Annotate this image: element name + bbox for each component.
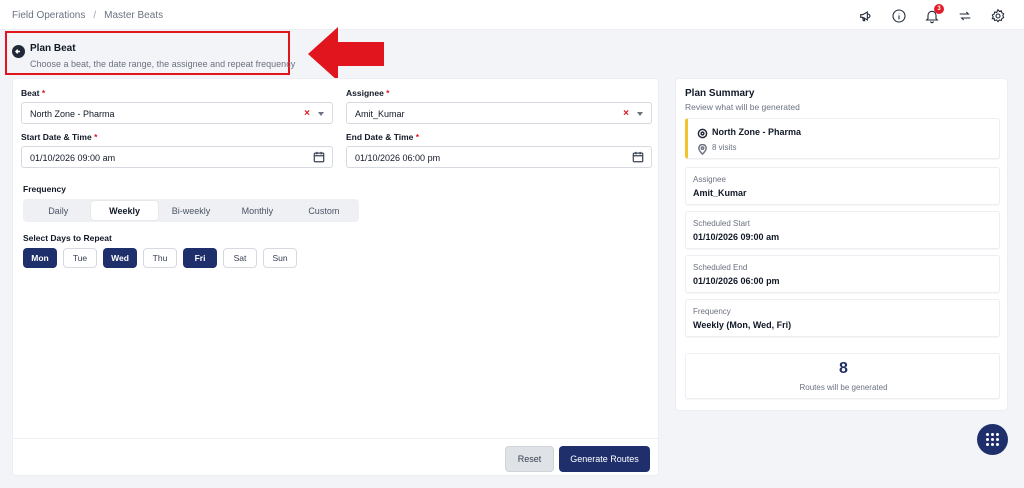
- summary-frequency-value: Weekly (Mon, Wed, Fri): [693, 320, 792, 330]
- grid-icon: [986, 433, 999, 446]
- beat-select[interactable]: North Zone - Pharma ×: [21, 102, 333, 124]
- summary-subtitle: Review what will be generated: [685, 102, 800, 112]
- summary-routes-card: 8 Routes will be generated: [685, 353, 1000, 399]
- summary-assignee-card: Assignee Amit_Kumar: [685, 167, 1000, 205]
- frequency-option-weekly[interactable]: Weekly: [91, 201, 158, 220]
- day-wed[interactable]: Wed: [103, 248, 137, 268]
- summary-frequency-card: Frequency Weekly (Mon, Wed, Fri): [685, 299, 1000, 337]
- frequency-option-custom[interactable]: Custom: [291, 201, 357, 220]
- calendar-icon[interactable]: [632, 151, 644, 163]
- frequency-option-bi-weekly[interactable]: Bi-weekly: [158, 201, 224, 220]
- start-date-input[interactable]: 01/10/2026 09:00 am: [21, 146, 333, 168]
- summary-beat-card: North Zone - Pharma 8 visits: [685, 118, 1000, 159]
- summary-frequency-label: Frequency: [693, 307, 731, 316]
- routes-label: Routes will be generated: [799, 383, 888, 392]
- bell-icon[interactable]: 3: [923, 4, 944, 24]
- beat-label: Beat *: [21, 88, 46, 98]
- end-date-value: 01/10/2026 06:00 pm: [355, 153, 441, 163]
- day-thu[interactable]: Thu: [143, 248, 177, 268]
- reset-button[interactable]: Reset: [505, 446, 554, 472]
- summary-assignee-value: Amit_Kumar: [693, 188, 747, 198]
- day-sun[interactable]: Sun: [263, 248, 297, 268]
- summary-end-card: Scheduled End 01/10/2026 06:00 pm: [685, 255, 1000, 293]
- assignee-clear-icon[interactable]: ×: [623, 108, 629, 119]
- start-date-label: Start Date & Time *: [21, 132, 98, 142]
- beat-clear-icon[interactable]: ×: [304, 108, 310, 119]
- routes-count: 8: [839, 360, 848, 377]
- summary-title: Plan Summary: [685, 88, 755, 99]
- generate-routes-button[interactable]: Generate Routes: [559, 446, 650, 472]
- summary-end-value: 01/10/2026 06:00 pm: [693, 276, 780, 286]
- days-label: Select Days to Repeat: [23, 233, 112, 243]
- frequency-option-monthly[interactable]: Monthly: [224, 201, 290, 220]
- end-date-label: End Date & Time *: [346, 132, 420, 142]
- beat-select-value: North Zone - Pharma: [30, 109, 115, 119]
- target-pin-icon: [697, 126, 708, 139]
- summary-assignee-label: Assignee: [693, 175, 726, 184]
- day-sat[interactable]: Sat: [223, 248, 257, 268]
- breadcrumb-master-beats[interactable]: Master Beats: [104, 10, 163, 21]
- gear-icon[interactable]: [989, 7, 1006, 24]
- breadcrumb: Field Operations / Master Beats: [12, 10, 163, 21]
- breadcrumb-field-operations[interactable]: Field Operations: [12, 10, 85, 21]
- summary-visits: 8 visits: [712, 143, 737, 152]
- assignee-label: Assignee *: [346, 88, 390, 98]
- chevron-down-icon[interactable]: [637, 112, 643, 116]
- day-mon[interactable]: Mon: [23, 248, 57, 268]
- summary-end-label: Scheduled End: [693, 263, 748, 272]
- page-title: Plan Beat: [30, 43, 76, 54]
- back-arrow-icon[interactable]: [12, 45, 25, 58]
- summary-start-value: 01/10/2026 09:00 am: [693, 232, 780, 242]
- breadcrumb-separator: /: [93, 10, 97, 21]
- notification-badge: 3: [934, 4, 944, 14]
- frequency-option-daily[interactable]: Daily: [25, 201, 91, 220]
- summary-start-card: Scheduled Start 01/10/2026 09:00 am: [685, 211, 1000, 249]
- plan-beat-header-highlight: Plan Beat Choose a beat, the date range,…: [5, 31, 295, 75]
- apps-grid-button[interactable]: [977, 424, 1008, 455]
- plan-form-card: Beat * North Zone - Pharma × Assignee * …: [12, 78, 659, 476]
- sync-icon[interactable]: [956, 7, 973, 24]
- day-fri[interactable]: Fri: [183, 248, 217, 268]
- frequency-segmented-control: Daily Weekly Bi-weekly Monthly Custom: [23, 199, 359, 222]
- days-selector: Mon Tue Wed Thu Fri Sat Sun: [23, 248, 297, 268]
- assignee-select-value: Amit_Kumar: [355, 109, 405, 119]
- summary-start-label: Scheduled Start: [693, 219, 750, 228]
- info-icon[interactable]: [890, 7, 907, 24]
- start-date-value: 01/10/2026 09:00 am: [30, 153, 116, 163]
- location-pin-icon: [697, 142, 708, 156]
- top-bar: Field Operations / Master Beats 3: [0, 0, 1024, 30]
- summary-beat-name: North Zone - Pharma: [712, 127, 802, 137]
- red-arrow-annotation-icon: [308, 27, 384, 81]
- end-date-input[interactable]: 01/10/2026 06:00 pm: [346, 146, 652, 168]
- megaphone-icon[interactable]: [857, 7, 874, 24]
- chevron-down-icon[interactable]: [318, 112, 324, 116]
- footer-divider: [13, 438, 658, 439]
- day-tue[interactable]: Tue: [63, 248, 97, 268]
- calendar-icon[interactable]: [313, 151, 325, 163]
- assignee-select[interactable]: Amit_Kumar ×: [346, 102, 652, 124]
- plan-summary-panel: Plan Summary Review what will be generat…: [675, 78, 1008, 411]
- page-subtitle: Choose a beat, the date range, the assig…: [30, 59, 296, 69]
- frequency-label: Frequency: [23, 184, 66, 194]
